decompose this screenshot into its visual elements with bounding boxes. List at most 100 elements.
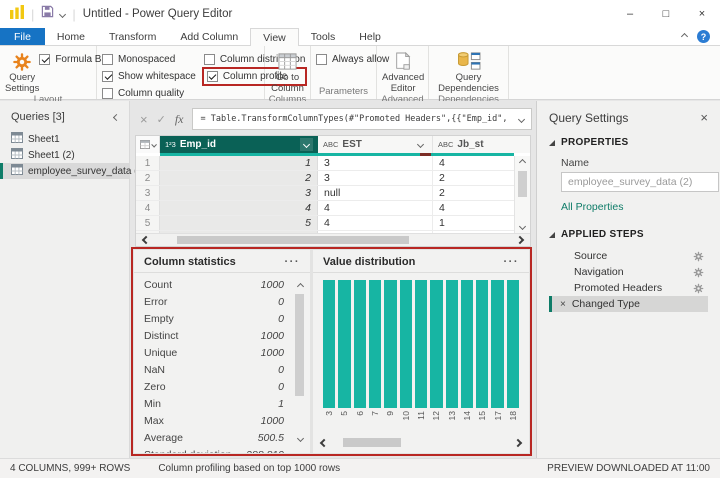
cell-emp-id[interactable]: 4 [160, 201, 318, 215]
step-source[interactable]: Source [549, 248, 708, 264]
monospaced-checkbox[interactable]: Monospaced [102, 52, 196, 67]
distribution-bar[interactable] [445, 280, 458, 408]
distribution-bar[interactable] [384, 280, 397, 408]
grid-vertical-scrollbar[interactable] [514, 156, 530, 233]
save-icon[interactable] [41, 5, 54, 23]
cell-emp-id[interactable]: 1 [160, 156, 318, 170]
checkbox-box[interactable] [39, 54, 51, 65]
delete-step-icon[interactable]: × [560, 299, 566, 310]
query-item-sheet1-2[interactable]: Sheet1 (2) [0, 147, 129, 163]
close-icon[interactable]: × [700, 110, 708, 125]
more-options-icon[interactable]: ··· [504, 256, 520, 268]
table-row[interactable]: 3 3 null 2 [136, 186, 514, 201]
distribution-bar[interactable] [353, 280, 366, 408]
formula-input[interactable]: = Table.TransformColumnTypes(#"Promoted … [192, 108, 532, 130]
cell-est[interactable]: 3 [318, 171, 433, 185]
help-icon[interactable]: ? [697, 30, 710, 43]
cell-jb-st[interactable]: 4 [433, 201, 514, 215]
query-dependencies-button[interactable]: Query Dependencies [436, 49, 502, 94]
tab-home[interactable]: Home [45, 28, 97, 45]
scrollbar-thumb[interactable] [177, 236, 409, 244]
all-properties-link[interactable]: All Properties [561, 201, 623, 213]
table-row[interactable]: 1 1 3 4 [136, 156, 514, 171]
distribution-bar[interactable] [323, 280, 336, 408]
checkbox-box[interactable] [102, 54, 113, 65]
scroll-right-icon[interactable] [513, 438, 523, 447]
distribution-bar[interactable] [368, 280, 382, 408]
table-row[interactable]: 2 2 3 2 [136, 171, 514, 186]
collapse-ribbon-icon[interactable] [680, 32, 689, 41]
advanced-editor-button[interactable]: Advanced Editor [382, 49, 424, 94]
scrollbar-thumb[interactable] [295, 294, 304, 396]
table-row[interactable]: 5 5 4 1 [136, 216, 514, 231]
step-settings-gear-icon[interactable] [693, 283, 704, 294]
statistics-scrollbar[interactable] [293, 282, 307, 443]
scroll-down-icon[interactable] [296, 434, 304, 443]
distribution-bar[interactable] [430, 280, 443, 408]
cell-emp-id[interactable]: 5 [160, 216, 318, 230]
column-header-jb-st[interactable]: ABC Jb_st [433, 136, 530, 153]
query-item-employee-survey-data-2[interactable]: employee_survey_data (2) [0, 163, 146, 179]
scroll-down-icon[interactable] [518, 222, 527, 231]
step-promoted-headers[interactable]: Promoted Headers [549, 280, 708, 296]
cell-est[interactable]: 4 [318, 216, 433, 230]
cell-est[interactable]: 4 [318, 201, 433, 215]
tab-transform[interactable]: Transform [97, 28, 168, 45]
filter-dropdown-icon[interactable] [300, 138, 313, 151]
checkbox-box[interactable] [203, 54, 215, 65]
select-all-corner[interactable] [136, 136, 160, 153]
step-settings-gear-icon[interactable] [693, 251, 704, 262]
maximize-button[interactable]: □ [648, 0, 684, 28]
distribution-bar[interactable] [506, 280, 520, 408]
distribution-bar[interactable] [399, 280, 412, 408]
column-header-emp-id[interactable]: 1²3 Emp_id [160, 136, 318, 153]
scrollbar-thumb[interactable] [518, 171, 527, 197]
cell-emp-id[interactable]: 2 [160, 171, 318, 185]
distribution-scrollbar[interactable] [319, 436, 523, 449]
more-options-icon[interactable]: ··· [285, 256, 301, 268]
tab-tools[interactable]: Tools [299, 28, 348, 45]
step-changed-type[interactable]: × Changed Type [549, 296, 708, 312]
step-navigation[interactable]: Navigation [549, 264, 708, 280]
checkbox-box[interactable] [102, 71, 113, 82]
cell-jb-st[interactable]: 1 [433, 216, 514, 230]
column-header-est[interactable]: ABC EST [318, 136, 433, 153]
tab-help[interactable]: Help [347, 28, 393, 45]
cancel-formula-icon[interactable]: × [140, 112, 148, 127]
cell-jb-st[interactable]: 2 [433, 171, 514, 185]
checkbox-box[interactable] [316, 54, 327, 65]
collapse-queries-panel-icon[interactable] [112, 113, 121, 121]
cell-jb-st[interactable]: 2 [433, 186, 514, 200]
minimize-button[interactable]: – [612, 0, 648, 28]
tab-file[interactable]: File [0, 28, 45, 45]
close-button[interactable]: × [684, 0, 720, 28]
go-to-column-button[interactable]: Go to Column [270, 49, 305, 94]
query-settings-button[interactable]: Query Settings [5, 49, 39, 94]
distribution-bar[interactable] [491, 280, 504, 408]
checkbox-box[interactable] [102, 88, 113, 99]
quick-access-dropdown-icon[interactable] [59, 10, 67, 18]
cell-emp-id[interactable]: 3 [160, 186, 318, 200]
grid-horizontal-scrollbar[interactable] [136, 233, 530, 246]
commit-formula-icon[interactable]: ✓ [157, 113, 166, 126]
checkbox-box[interactable] [206, 71, 218, 82]
cell-jb-st[interactable]: 4 [433, 156, 514, 170]
distribution-bar[interactable] [476, 280, 489, 408]
query-name-input[interactable] [561, 172, 719, 192]
column-quality-checkbox[interactable]: Column quality [102, 86, 196, 101]
cell-est[interactable]: null [318, 186, 433, 200]
scrollbar-thumb[interactable] [343, 438, 401, 447]
filter-dropdown-icon[interactable] [414, 138, 427, 151]
tab-view[interactable]: View [250, 28, 299, 46]
expand-formula-icon[interactable] [517, 115, 526, 123]
distribution-bar[interactable] [460, 280, 474, 408]
properties-section-header[interactable]: PROPERTIES [549, 137, 708, 148]
tab-add-column[interactable]: Add Column [168, 28, 250, 45]
show-whitespace-checkbox[interactable]: Show whitespace [102, 69, 196, 84]
step-settings-gear-icon[interactable] [693, 267, 704, 278]
cell-est[interactable]: 3 [318, 156, 433, 170]
distribution-bar[interactable] [338, 280, 351, 408]
applied-steps-section-header[interactable]: APPLIED STEPS [549, 229, 708, 240]
table-row[interactable]: 4 4 4 4 [136, 201, 514, 216]
distribution-bar[interactable] [414, 280, 428, 408]
